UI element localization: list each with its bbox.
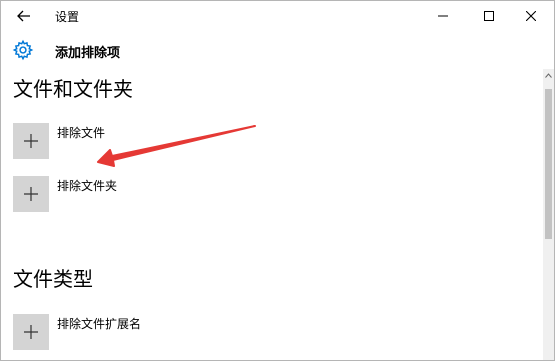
title-bar: 设置 <box>1 1 554 31</box>
exclude-folder-label: 排除文件夹 <box>57 179 118 193</box>
section-title-files-folders: 文件和文件夹 <box>13 77 133 101</box>
exclude-extension-label: 排除文件扩展名 <box>57 317 142 331</box>
section-title-file-types: 文件类型 <box>13 267 93 291</box>
vertical-scrollbar[interactable] <box>543 69 554 360</box>
page-title: 添加排除项 <box>55 46 121 61</box>
back-arrow-icon <box>17 10 30 22</box>
settings-window: 设置 添加排除项 文件和文件夹 排除文件 排除文件夹 文件类型 排除文件扩展名 <box>0 0 555 361</box>
plus-icon <box>13 123 49 159</box>
scroll-up-button[interactable] <box>543 69 554 81</box>
maximize-icon <box>484 11 494 21</box>
exclude-file-button[interactable]: 排除文件 <box>13 123 313 159</box>
exclude-file-label: 排除文件 <box>57 126 106 140</box>
scroll-thumb[interactable] <box>545 89 552 239</box>
exclude-extension-button[interactable]: 排除文件扩展名 <box>13 314 313 350</box>
exclude-folder-button[interactable]: 排除文件夹 <box>13 176 313 212</box>
maximize-button[interactable] <box>466 1 512 31</box>
chevron-up-icon <box>545 72 552 78</box>
gear-icon <box>11 38 35 62</box>
minimize-icon <box>438 15 448 17</box>
close-icon <box>526 11 536 21</box>
back-button[interactable] <box>1 1 47 31</box>
plus-icon <box>13 176 49 212</box>
plus-icon <box>13 314 49 350</box>
close-button[interactable] <box>508 1 554 31</box>
page-header: 添加排除项 <box>1 31 554 69</box>
window-title: 设置 <box>55 10 80 24</box>
content-area: 文件和文件夹 排除文件 排除文件夹 文件类型 排除文件扩展名 <box>1 69 543 360</box>
minimize-button[interactable] <box>420 1 466 31</box>
